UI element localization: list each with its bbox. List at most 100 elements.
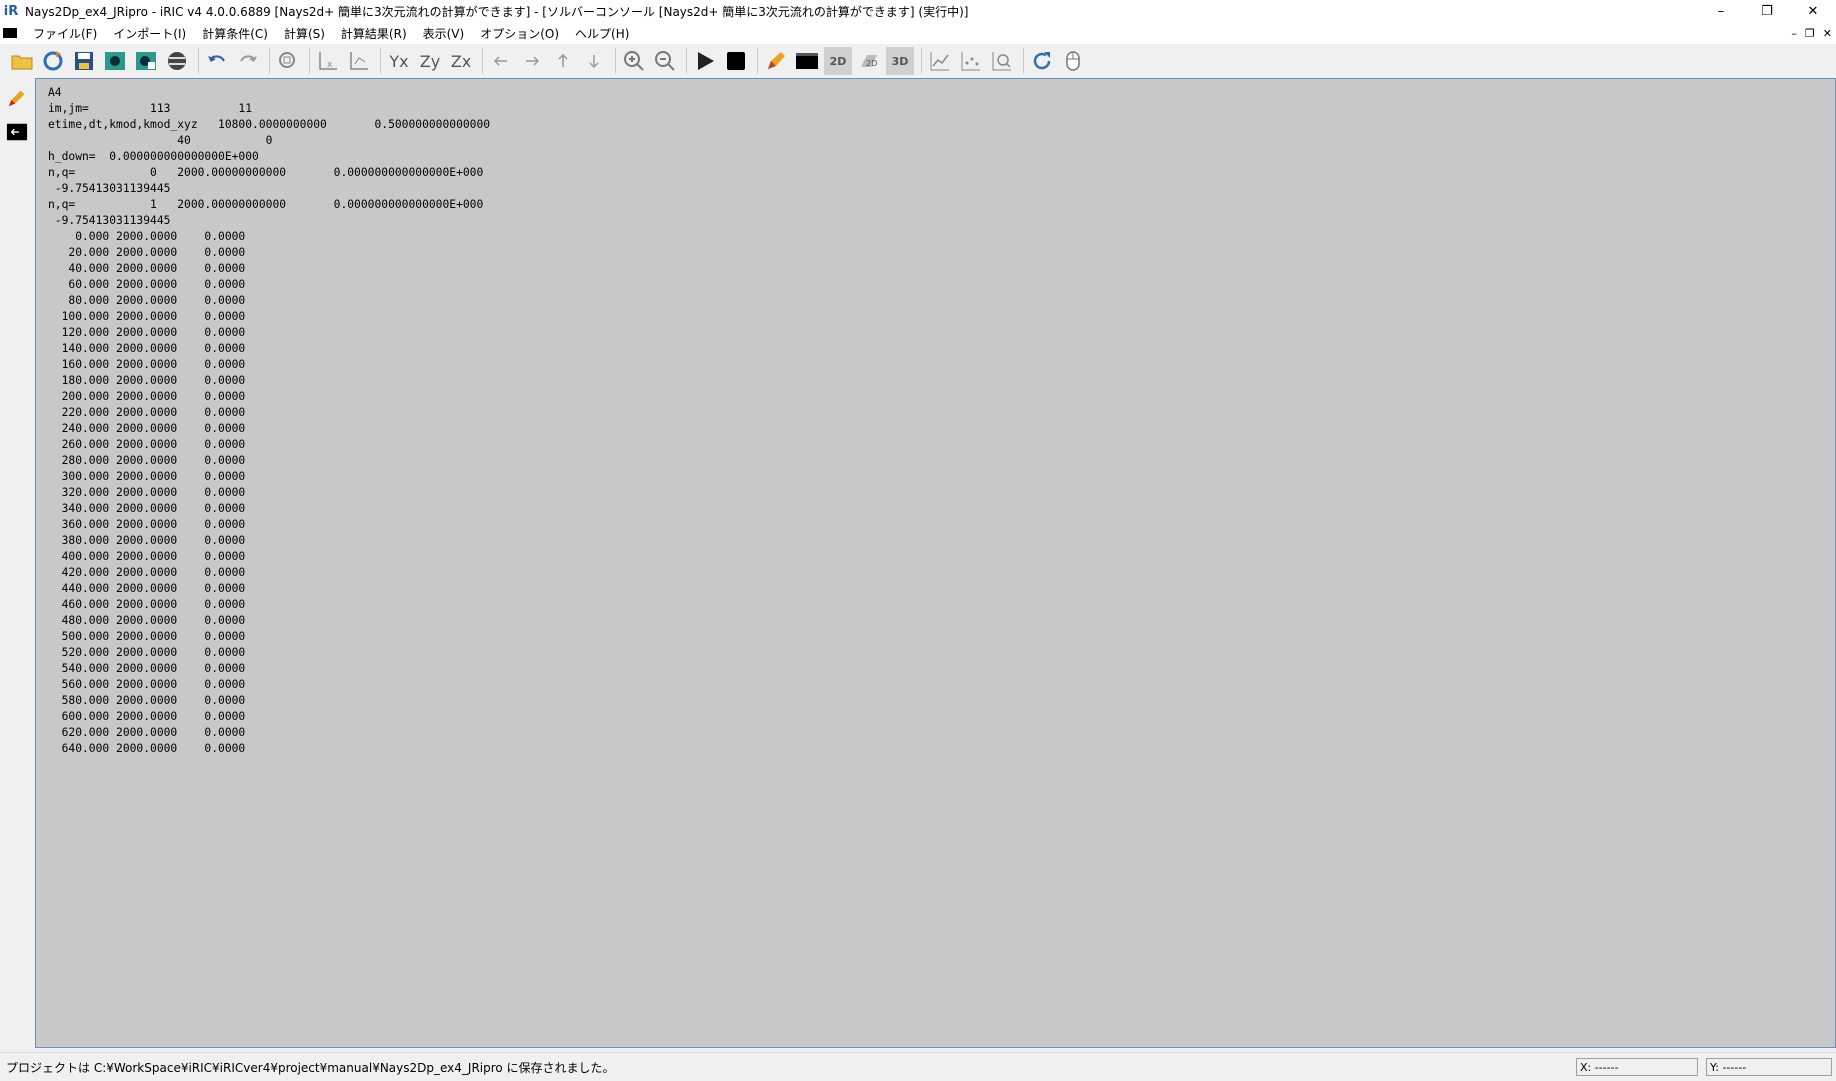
arrow-down-icon[interactable] <box>580 47 608 75</box>
restore-button[interactable]: ❐ <box>1744 0 1790 22</box>
mdi-close-button[interactable]: ✕ <box>1823 27 1832 40</box>
toolbar-separator <box>615 48 616 74</box>
console-line: 280.000 2000.0000 0.0000 <box>48 454 246 467</box>
title-bar: iR Nays2Dp_ex4_JRipro - iRIC v4 4.0.0.68… <box>0 0 1836 22</box>
toolbar-separator <box>309 48 310 74</box>
console-line: 440.000 2000.0000 0.0000 <box>48 582 246 595</box>
console-line: 500.000 2000.0000 0.0000 <box>48 630 246 643</box>
status-message: プロジェクトは C:¥WorkSpace¥iRIC¥iRICver4¥proje… <box>6 1060 615 1075</box>
window-controls: – ❐ ✕ <box>1698 0 1836 22</box>
console-line: 300.000 2000.0000 0.0000 <box>48 470 246 483</box>
toolbar-separator <box>686 48 687 74</box>
axis-xy-icon[interactable] <box>345 47 373 75</box>
solver-console[interactable]: A4 im,jm= 113 11 etime,dt,kmod,kmod_xyz 10… <box>35 78 1836 1048</box>
run-icon[interactable] <box>691 47 719 75</box>
refresh-icon[interactable] <box>39 47 67 75</box>
console-line: 60.000 2000.0000 0.0000 <box>48 278 246 291</box>
menu-calc-conditions[interactable]: 計算条件(C) <box>194 25 276 42</box>
console-line: 200.000 2000.0000 0.0000 <box>48 390 246 403</box>
continuous-snapshot-icon[interactable] <box>132 47 160 75</box>
view-3d-icon[interactable]: 3D <box>886 47 914 75</box>
globe-icon[interactable] <box>163 47 191 75</box>
undo-icon[interactable] <box>203 47 231 75</box>
zoom-in-icon[interactable] <box>620 47 648 75</box>
menu-simulation[interactable]: 計算(S) <box>276 25 333 42</box>
zoom-out-icon[interactable] <box>651 47 679 75</box>
console-line: 540.000 2000.0000 0.0000 <box>48 662 246 675</box>
console-line: 220.000 2000.0000 0.0000 <box>48 406 246 419</box>
minimize-button[interactable]: – <box>1698 0 1744 22</box>
console-line: 340.000 2000.0000 0.0000 <box>48 502 246 515</box>
console-line: 120.000 2000.0000 0.0000 <box>48 326 246 339</box>
toolbar-separator <box>198 48 199 74</box>
console-line: -9.75413031139445 <box>48 182 171 195</box>
save-icon[interactable] <box>70 47 98 75</box>
console-line: 40.000 2000.0000 0.0000 <box>48 262 246 275</box>
pencil-icon[interactable] <box>762 47 790 75</box>
console-line: 400.000 2000.0000 0.0000 <box>48 550 246 563</box>
view-2d-icon[interactable]: 2D <box>824 47 852 75</box>
console-line: 140.000 2000.0000 0.0000 <box>48 342 246 355</box>
reload-icon[interactable] <box>1028 47 1056 75</box>
console-line: h_down= 0.000000000000000E+000 <box>48 150 259 163</box>
console-line: 20.000 2000.0000 0.0000 <box>48 246 246 259</box>
zx-icon[interactable]: Zx <box>447 47 475 75</box>
menu-bar: ファイル(F) インポート(I) 計算条件(C) 計算(S) 計算結果(R) 表… <box>0 22 1836 44</box>
stop-icon[interactable] <box>722 47 750 75</box>
iric-app-icon[interactable]: iR <box>3 3 19 19</box>
view-2d-bird-icon[interactable]: 2D <box>855 47 883 75</box>
arrow-left-icon[interactable] <box>487 47 515 75</box>
x-coordinate-readout: X: ------ <box>1576 1058 1698 1076</box>
console-line: 0.000 2000.0000 0.0000 <box>48 230 246 243</box>
menu-results[interactable]: 計算結果(R) <box>333 25 415 42</box>
close-button[interactable]: ✕ <box>1790 0 1836 22</box>
mdi-restore-button[interactable]: ❐ <box>1805 27 1815 40</box>
console-line: n,q= 1 2000.00000000000 0.00000000000000… <box>48 198 484 211</box>
scatter-icon[interactable] <box>957 47 985 75</box>
toolbar-separator <box>482 48 483 74</box>
open-folder-icon[interactable] <box>8 47 36 75</box>
graph-zoom-icon[interactable] <box>988 47 1016 75</box>
zy-icon[interactable]: Zy <box>416 47 444 75</box>
console-line: 40 0 <box>48 134 273 147</box>
svg-text:x: x <box>327 60 333 70</box>
object-browser-pencil-icon[interactable] <box>3 84 31 112</box>
snapshot-icon[interactable] <box>101 47 129 75</box>
mdi-system-menu-icon[interactable] <box>3 28 17 38</box>
console-icon[interactable] <box>793 47 821 75</box>
axis-x-icon[interactable]: x <box>314 47 342 75</box>
console-line: 160.000 2000.0000 0.0000 <box>48 358 246 371</box>
mouse-icon[interactable] <box>1059 47 1087 75</box>
console-line: 80.000 2000.0000 0.0000 <box>48 294 246 307</box>
svg-text:2D: 2D <box>866 59 877 68</box>
console-line: 180.000 2000.0000 0.0000 <box>48 374 246 387</box>
left-dock <box>0 78 34 1050</box>
console-window-icon[interactable] <box>3 118 31 146</box>
console-line: 480.000 2000.0000 0.0000 <box>48 614 246 627</box>
toolbar-separator <box>921 48 922 74</box>
console-line: 260.000 2000.0000 0.0000 <box>48 438 246 451</box>
toolbar-separator <box>1023 48 1024 74</box>
graph-icon[interactable] <box>926 47 954 75</box>
console-line: 380.000 2000.0000 0.0000 <box>48 534 246 547</box>
arrow-up-icon[interactable] <box>549 47 577 75</box>
window-title: Nays2Dp_ex4_JRipro - iRIC v4 4.0.0.6889 … <box>25 4 969 19</box>
console-line: n,q= 0 2000.00000000000 0.00000000000000… <box>48 166 484 179</box>
mdi-minimize-button[interactable]: – <box>1791 27 1797 40</box>
console-line: 240.000 2000.0000 0.0000 <box>48 422 246 435</box>
menu-file[interactable]: ファイル(F) <box>25 25 105 42</box>
console-output: A4 im,jm= 113 11 etime,dt,kmod,kmod_xyz 10… <box>36 79 1835 757</box>
menu-view[interactable]: 表示(V) <box>415 25 473 42</box>
console-line: 560.000 2000.0000 0.0000 <box>48 678 246 691</box>
console-line: 580.000 2000.0000 0.0000 <box>48 694 246 707</box>
menu-import[interactable]: インポート(I) <box>105 25 194 42</box>
menu-help[interactable]: ヘルプ(H) <box>567 25 637 42</box>
console-line: A4 <box>48 86 62 99</box>
main-toolbar: x Yx Zy Zx 2D 2D 3D <box>0 44 1836 78</box>
zoom-fit-icon[interactable] <box>274 47 302 75</box>
redo-icon[interactable] <box>234 47 262 75</box>
menu-options[interactable]: オプション(O) <box>472 25 567 42</box>
yx-icon[interactable]: Yx <box>385 47 413 75</box>
arrow-right-icon[interactable] <box>518 47 546 75</box>
console-line: 360.000 2000.0000 0.0000 <box>48 518 246 531</box>
